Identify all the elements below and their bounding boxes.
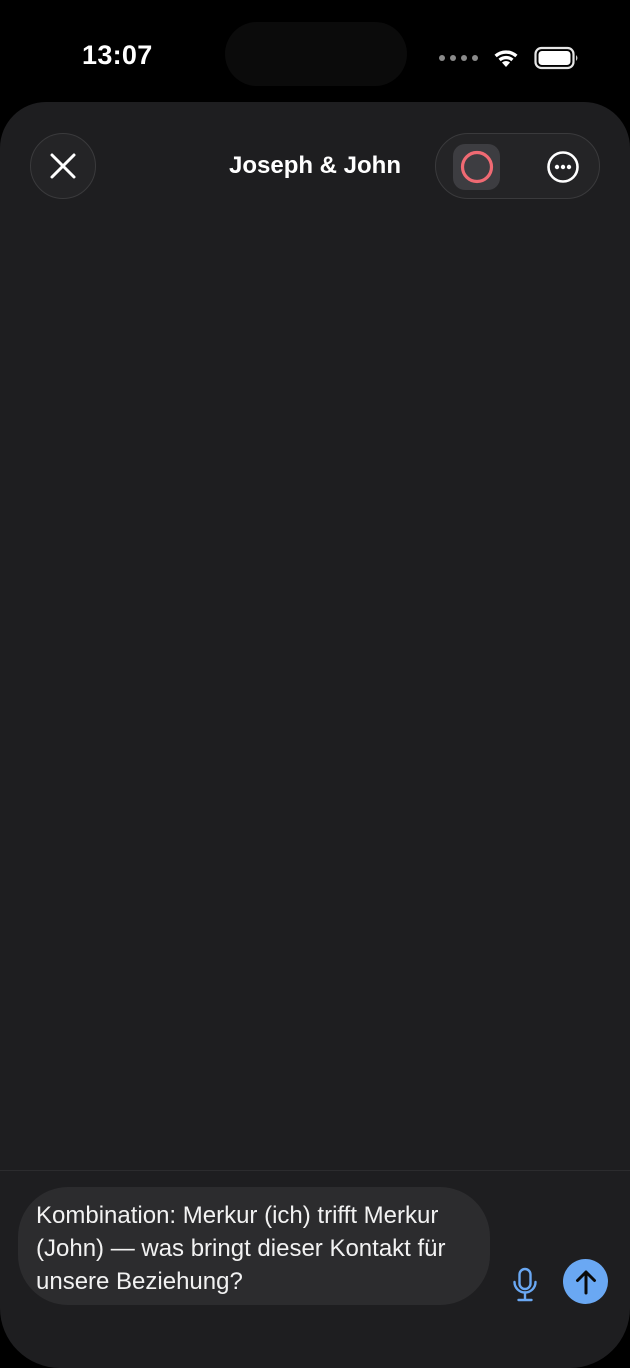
dynamic-island (225, 22, 407, 86)
composer: Kombination: Merkur (ich) trifft Merkur … (0, 1170, 630, 1368)
header-actions (435, 133, 600, 199)
close-button[interactable] (30, 133, 96, 199)
battery-icon (534, 46, 578, 70)
wifi-icon (494, 50, 518, 67)
close-icon (50, 153, 76, 179)
record-icon (460, 150, 493, 184)
more-button[interactable] (546, 150, 580, 184)
chat-sheet: Joseph & John Kombination: Merkur (ich) … (0, 102, 630, 1368)
status-icons (439, 44, 580, 72)
status-bar: 13:07 (0, 0, 630, 100)
mic-icon (513, 1267, 537, 1302)
arrow-up-icon (575, 1270, 596, 1294)
send-button[interactable] (563, 1259, 608, 1304)
record-button[interactable] (453, 144, 500, 190)
status-time: 13:07 (82, 40, 153, 70)
message-input[interactable]: Kombination: Merkur (ich) trifft Merkur … (18, 1187, 490, 1305)
more-icon (547, 151, 579, 183)
signal-dots-icon (439, 55, 478, 61)
mic-button[interactable] (506, 1265, 544, 1305)
